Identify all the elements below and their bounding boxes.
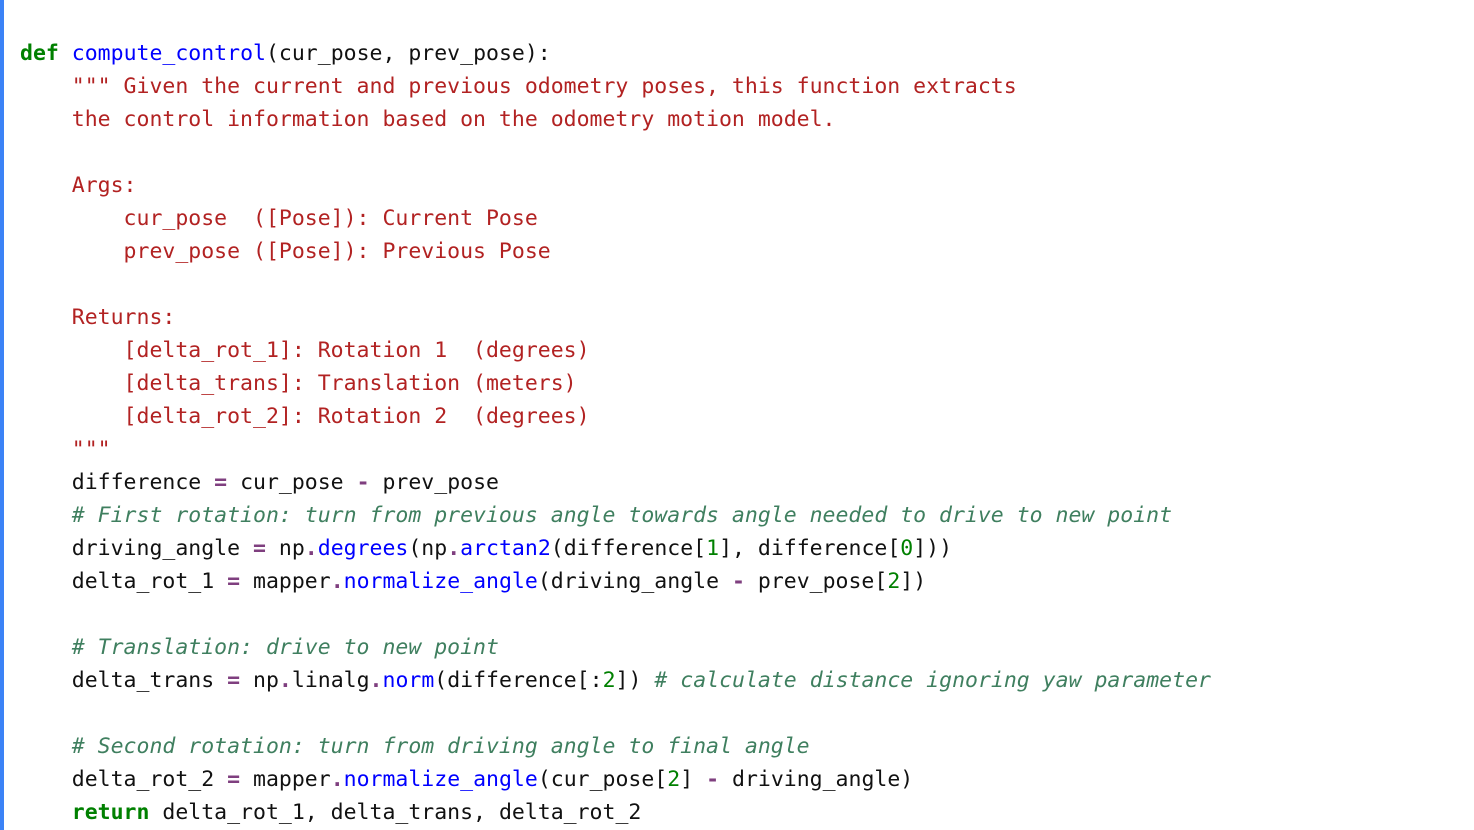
docstring-line: prev_pose ([Pose]): Previous Pose [72,239,551,264]
code-line-19: # Translation: drive to new point [20,635,499,660]
comment-line: # First rotation: turn from previous ang… [72,503,1172,528]
code-line-11: [delta_trans]: Translation (meters) [20,371,577,396]
code-line-13: """ [20,437,111,462]
code-line-9: Returns: [20,305,175,330]
code-line-15: # First rotation: turn from previous ang… [20,503,1172,528]
code-line-24: return delta_rot_1, delta_trans, delta_r… [20,800,641,825]
code-line-2: """ Given the current and previous odome… [20,74,1017,99]
docstring-line: [delta_rot_2]: Rotation 2 (degrees) [72,404,590,429]
code-line-10: [delta_rot_1]: Rotation 1 (degrees) [20,338,590,363]
operator-assign: = [227,767,240,792]
method-arctan2: arctan2 [460,536,551,561]
method-normalize-angle: normalize_angle [344,569,538,594]
code-line-22: # Second rotation: turn from driving ang… [20,734,810,759]
method-normalize-angle: normalize_angle [344,767,538,792]
operator-minus: - [706,767,719,792]
number-literal: 2 [887,569,900,594]
code-line-16: driving_angle = np.degrees(np.arctan2(di… [20,536,952,561]
docstring-line: """ Given the current and previous odome… [72,74,1017,99]
docstring-line: """ [72,437,111,462]
code-line-5: Args: [20,173,137,198]
number-literal: 0 [900,536,913,561]
docstring-line: [delta_rot_1]: Rotation 1 (degrees) [72,338,590,363]
docstring-line: cur_pose ([Pose]): Current Pose [72,206,538,231]
method-norm: norm [383,668,435,693]
code-line-4 [20,140,72,165]
code-line-8 [20,272,72,297]
code-line-23: delta_rot_2 = mapper.normalize_angle(cur… [20,767,913,792]
number-literal: 2 [603,668,616,693]
code-line-14: difference = cur_pose - prev_pose [20,470,499,495]
number-literal: 1 [706,536,719,561]
func-name: compute_control [72,41,266,66]
operator-minus: - [357,470,370,495]
func-params: (cur_pose, prev_pose): [266,41,551,66]
operator-assign: = [227,668,240,693]
code-line-6: cur_pose ([Pose]): Current Pose [20,206,538,231]
code-block: def compute_control(cur_pose, prev_pose)… [0,0,1474,830]
docstring-line: Returns: [72,305,176,330]
comment-line: # Second rotation: turn from driving ang… [72,734,810,759]
operator-assign: = [253,536,266,561]
operator-minus: - [732,569,745,594]
code-line-1: def compute_control(cur_pose, prev_pose)… [20,41,551,66]
code-line-12: [delta_rot_2]: Rotation 2 (degrees) [20,404,590,429]
docstring-line: [delta_trans]: Translation (meters) [72,371,577,396]
operator-assign: = [227,569,240,594]
code-line-3: the control information based on the odo… [20,107,835,132]
docstring-line: Args: [72,173,137,198]
method-degrees: degrees [318,536,409,561]
code-line-20: delta_trans = np.linalg.norm(difference[… [20,668,1211,693]
code-line-7: prev_pose ([Pose]): Previous Pose [20,239,551,264]
operator-assign: = [214,470,227,495]
code-line-17: delta_rot_1 = mapper.normalize_angle(dri… [20,569,926,594]
docstring-line: the control information based on the odo… [72,107,836,132]
number-literal: 2 [667,767,680,792]
comment-line: # Translation: drive to new point [72,635,499,660]
keyword-def: def [20,41,59,66]
comment-inline: # calculate distance ignoring yaw parame… [654,668,1211,693]
keyword-return: return [72,800,150,825]
